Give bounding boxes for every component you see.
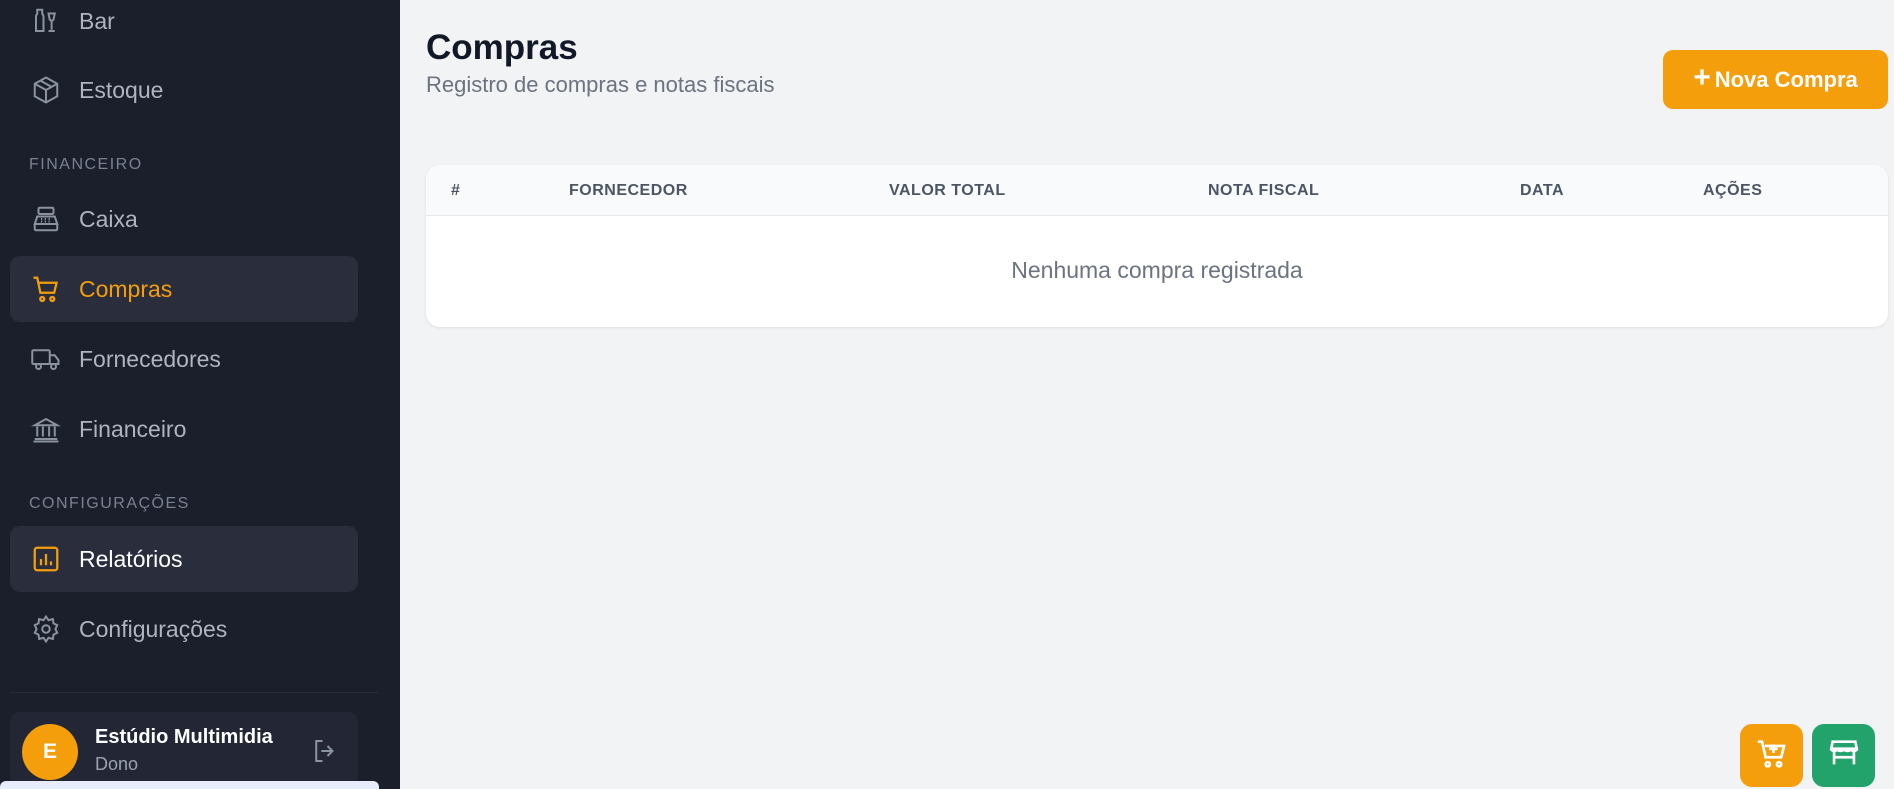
bottle-icon — [30, 5, 62, 37]
sidebar-item-label: Financeiro — [79, 415, 187, 442]
sidebar-item-compras[interactable]: Compras — [10, 256, 358, 322]
column-header-valor-total: VALOR TOTAL — [889, 182, 1006, 199]
sidebar-item-label: Fornecedores — [79, 345, 221, 372]
sidebar-item-estoque[interactable]: Estoque — [10, 57, 358, 123]
sidebar-item-caixa[interactable]: Caixa — [10, 186, 358, 252]
column-header-id: # — [451, 182, 461, 199]
sidebar-item-label: Relatórios — [79, 545, 183, 572]
bar-chart-icon — [30, 543, 62, 575]
purchases-table: # FORNECEDOR VALOR TOTAL NOTA FISCAL DAT… — [426, 165, 1888, 327]
truck-icon — [30, 343, 62, 375]
section-label-financeiro: FINANCEIRO — [29, 156, 143, 173]
section-label-configuracoes: CONFIGURAÇÕES — [29, 495, 190, 512]
column-header-fornecedor: FORNECEDOR — [569, 182, 688, 199]
sidebar-item-label: Bar — [79, 7, 115, 34]
bottom-strip — [0, 781, 379, 789]
sidebar-item-configuracoes[interactable]: Configurações — [10, 596, 358, 662]
sidebar: Bar Estoque FINANCEIRO Caixa Compras For… — [0, 0, 400, 789]
user-role: Dono — [95, 754, 139, 774]
sidebar-item-fornecedores[interactable]: Fornecedores — [10, 326, 358, 392]
user-name: Estúdio Multimidia — [95, 726, 273, 748]
box-icon — [30, 74, 62, 106]
new-purchase-button[interactable]: + Nova Compra — [1663, 50, 1888, 109]
new-purchase-label: Nova Compra — [1714, 66, 1858, 92]
store-icon — [1827, 736, 1861, 775]
sidebar-divider — [10, 692, 378, 693]
table-header: # FORNECEDOR VALOR TOTAL NOTA FISCAL DAT… — [426, 165, 1888, 216]
column-header-nota-fiscal: NOTA FISCAL — [1208, 182, 1320, 199]
sidebar-item-label: Estoque — [79, 76, 164, 103]
add-to-cart-button[interactable] — [1740, 724, 1803, 787]
cash-register-icon — [30, 203, 62, 235]
page-title: Compras — [426, 28, 578, 67]
sidebar-item-relatorios[interactable]: Relatórios — [10, 526, 358, 592]
empty-state-message: Nenhuma compra registrada — [1011, 257, 1303, 283]
sidebar-item-label: Configurações — [79, 615, 228, 642]
logout-icon[interactable] — [310, 736, 340, 766]
cart-plus-icon — [1755, 736, 1789, 775]
gear-icon — [30, 613, 62, 645]
avatar[interactable]: E — [22, 724, 78, 780]
store-button[interactable] — [1812, 724, 1875, 787]
sidebar-item-label: Caixa — [79, 205, 138, 232]
user-card: E Estúdio Multimidia Dono — [10, 712, 358, 789]
cart-icon — [30, 273, 62, 305]
column-header-data: DATA — [1520, 182, 1565, 199]
sidebar-item-financeiro[interactable]: Financeiro — [10, 396, 358, 462]
sidebar-item-label: Compras — [79, 275, 173, 302]
sidebar-item-bar[interactable]: Bar — [10, 0, 358, 54]
bank-icon — [30, 413, 62, 445]
page-subtitle: Registro de compras e notas fiscais — [426, 72, 775, 97]
column-header-acoes: AÇÕES — [1703, 182, 1763, 199]
plus-icon: + — [1693, 61, 1711, 94]
